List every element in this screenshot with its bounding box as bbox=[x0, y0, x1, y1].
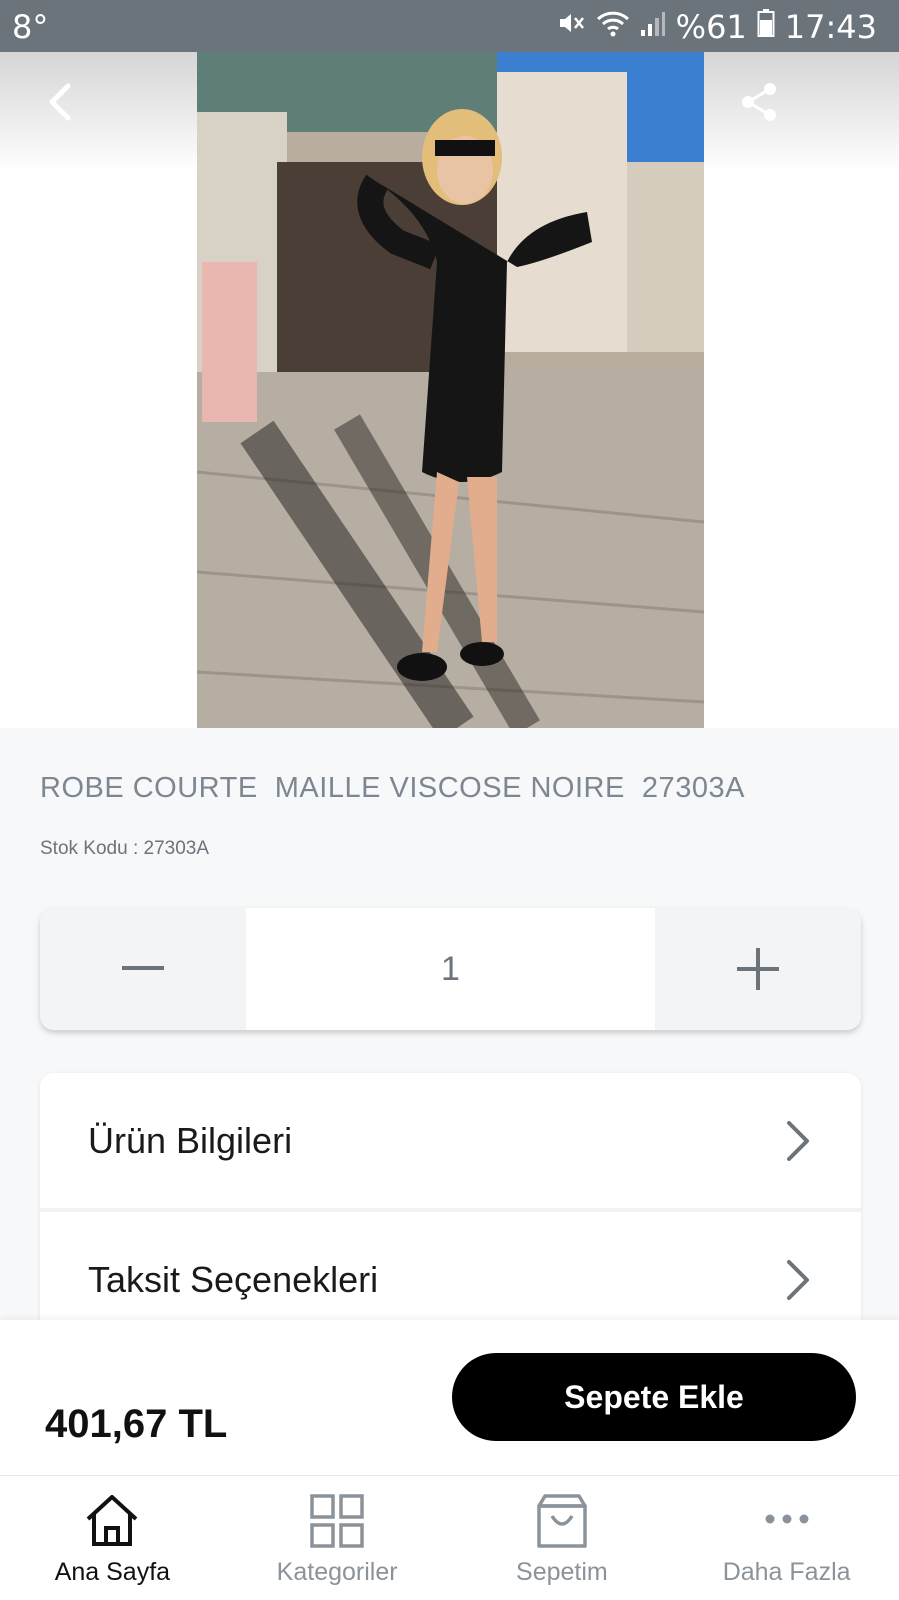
status-time: 17:43 bbox=[784, 8, 877, 46]
quantity-value[interactable]: 1 bbox=[246, 908, 655, 1030]
bottom-tab-bar: Ana Sayfa Kategoriler Sepetim Daha Fazla bbox=[0, 1475, 899, 1600]
status-bar: 8° %61 17:43 bbox=[0, 0, 899, 52]
tab-categories[interactable]: Kategoriler bbox=[225, 1476, 450, 1600]
add-to-cart-button[interactable]: Sepete Ekle bbox=[452, 1353, 856, 1441]
mute-icon bbox=[556, 8, 586, 46]
product-info-row[interactable]: Ürün Bilgileri bbox=[40, 1073, 861, 1208]
sku-label: Stok Kodu : bbox=[40, 838, 144, 859]
wifi-icon bbox=[596, 8, 630, 46]
decrease-quantity-button[interactable] bbox=[40, 908, 246, 1030]
status-right-group: %61 17:43 bbox=[556, 8, 877, 46]
purchase-bar: 401,67 TL Sepete Ekle bbox=[0, 1320, 899, 1475]
home-icon bbox=[87, 1495, 138, 1546]
product-photo[interactable] bbox=[197, 52, 704, 728]
installment-options-row[interactable]: Taksit Seçenekleri bbox=[40, 1208, 861, 1335]
tab-home[interactable]: Ana Sayfa bbox=[0, 1476, 225, 1600]
signal-icon bbox=[640, 8, 666, 46]
minus-icon bbox=[122, 966, 164, 970]
bag-icon bbox=[537, 1494, 587, 1548]
product-info-card: Ürün Bilgileri Taksit Seçenekleri bbox=[40, 1073, 861, 1335]
tab-cart-label: Sepetim bbox=[516, 1558, 608, 1586]
share-button[interactable] bbox=[737, 80, 781, 124]
battery-icon bbox=[757, 8, 775, 46]
status-temperature: 8° bbox=[12, 8, 49, 46]
chevron-left-icon bbox=[49, 83, 71, 121]
grid-icon bbox=[310, 1494, 364, 1548]
status-battery-percent: %61 bbox=[675, 8, 747, 46]
product-sku: Stok Kodu : 27303A bbox=[40, 838, 209, 860]
quantity-stepper: 1 bbox=[40, 908, 861, 1030]
increase-quantity-button[interactable] bbox=[655, 908, 861, 1030]
more-icon bbox=[765, 1514, 809, 1524]
product-info-label: Ürün Bilgileri bbox=[88, 1119, 293, 1161]
installment-options-label: Taksit Seçenekleri bbox=[88, 1258, 379, 1300]
tab-more[interactable]: Daha Fazla bbox=[674, 1476, 899, 1600]
share-icon bbox=[742, 83, 776, 121]
chevron-right-icon bbox=[787, 1259, 809, 1300]
product-price: 401,67 TL bbox=[45, 1402, 228, 1446]
plus-icon bbox=[737, 948, 779, 990]
back-button[interactable] bbox=[40, 80, 84, 124]
chevron-right-icon bbox=[787, 1120, 809, 1161]
product-image-area[interactable] bbox=[0, 52, 899, 728]
product-title: ROBE COURTE MAILLE VISCOSE NOIRE 27303A bbox=[40, 772, 745, 804]
tab-categories-label: Kategoriler bbox=[276, 1558, 398, 1586]
sku-value: 27303A bbox=[143, 838, 210, 859]
tab-more-label: Daha Fazla bbox=[722, 1558, 851, 1586]
tab-home-label: Ana Sayfa bbox=[54, 1558, 171, 1586]
tab-cart[interactable]: Sepetim bbox=[450, 1476, 675, 1600]
